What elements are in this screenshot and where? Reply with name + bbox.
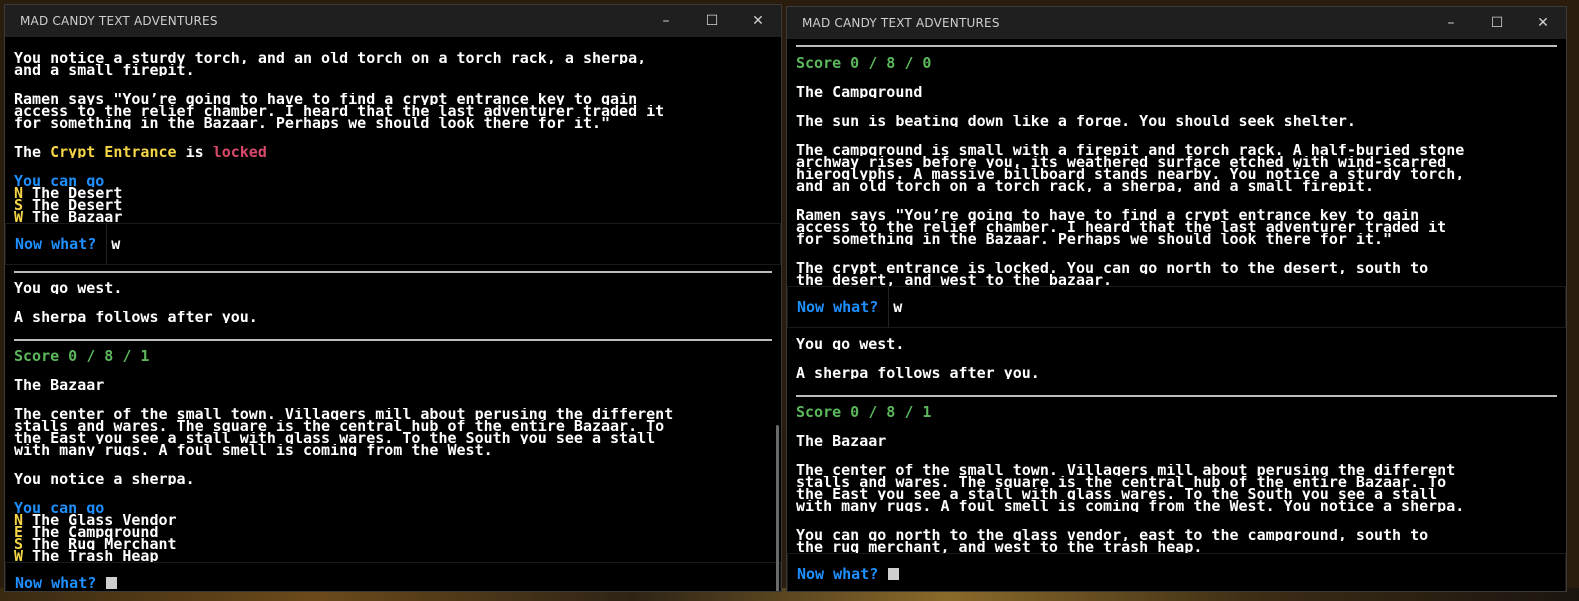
text-line: hieroglyphs. A massive billboard stands … <box>796 168 1465 180</box>
room-title: The Bazaar <box>796 435 887 447</box>
score-line: Score 0 / 8 / 1 <box>14 350 150 362</box>
crypt-entrance-label: Crypt Entrance <box>50 146 177 158</box>
text-line: The center of the small town. Villagers … <box>796 464 1456 476</box>
text-line: stalls and wares. The square is the cent… <box>796 476 1447 488</box>
text-line: A sherpa follows after you. <box>14 311 258 323</box>
text-line: You go west. <box>14 282 123 294</box>
exits-heading: You can go <box>14 175 105 187</box>
text-line: Ramen says "You’re going to have to find… <box>796 209 1420 221</box>
text-cursor[interactable] <box>106 577 118 589</box>
text-line: and a small firepit. <box>14 64 195 76</box>
command-history: w <box>106 224 120 264</box>
minimize-button[interactable]: – <box>1428 7 1474 39</box>
text-line: access to the relief chamber. I heard th… <box>14 105 665 117</box>
text-line: with many rugs. A foul smell is coming f… <box>14 444 493 456</box>
score-line: Score 0 / 8 / 1 <box>796 406 932 418</box>
scrollbar[interactable] <box>776 425 779 591</box>
prompt-label: Now what? <box>797 565 879 583</box>
title-bar[interactable]: MAD CANDY TEXT ADVENTURES – ☐ ✕ <box>5 5 781 37</box>
text-line: The campground is small with a firepit a… <box>796 144 1465 156</box>
command-history: w <box>888 287 902 327</box>
game-output[interactable]: Score 0 / 8 / 0 The Campground The sun i… <box>787 39 1566 591</box>
crypt-status-line: The Crypt Entrance is locked <box>14 146 772 158</box>
game-window-right: MAD CANDY TEXT ADVENTURES – ☐ ✕ Score 0 … <box>786 6 1567 592</box>
text-line: for something in the Bazaar. Perhaps we … <box>14 117 611 129</box>
exit-item: N The Glass Vendor <box>14 514 177 526</box>
text-line: with many rugs. A foul smell is coming f… <box>796 500 1465 512</box>
exit-item: E The Campground <box>14 526 159 538</box>
text-line: A sherpa follows after you. <box>796 367 1040 379</box>
close-button[interactable]: ✕ <box>735 5 781 37</box>
window-title: MAD CANDY TEXT ADVENTURES <box>20 14 218 28</box>
prompt-label: Now what? <box>15 235 97 253</box>
text-line: The center of the small town. Villagers … <box>14 408 674 420</box>
command-prompt: Now what? w <box>787 286 1566 328</box>
title-bar[interactable]: MAD CANDY TEXT ADVENTURES – ☐ ✕ <box>787 7 1566 39</box>
text-line: and an old torch on a torch rack, a sher… <box>796 180 1374 192</box>
prompt-label: Now what? <box>15 574 97 592</box>
exit-item: S The Desert <box>14 199 123 211</box>
text-line: stalls and wares. The square is the cent… <box>14 420 665 432</box>
text-line: the rug merchant, and west to the trash … <box>796 541 1203 553</box>
text-line: the East you see a stall with glass ware… <box>14 432 656 444</box>
text-line: the East you see a stall with glass ware… <box>796 488 1438 500</box>
exit-item: N The Desert <box>14 187 123 199</box>
close-button[interactable]: ✕ <box>1520 7 1566 39</box>
text-line: You notice a sherpa. <box>14 473 195 485</box>
text-line: access to the relief chamber. I heard th… <box>796 221 1447 233</box>
command-input-row[interactable]: Now what? <box>5 562 781 592</box>
exit-item: S The Rug Merchant <box>14 538 177 550</box>
exit-item: W The Trash Heap <box>14 550 159 562</box>
text-cursor[interactable] <box>888 568 900 580</box>
room-title: The Bazaar <box>14 379 105 391</box>
minimize-button[interactable]: – <box>643 5 689 37</box>
text-line: for something in the Bazaar. Perhaps we … <box>796 233 1393 245</box>
text-line: You go west. <box>796 338 905 350</box>
command-input-row[interactable]: Now what? <box>787 553 1566 591</box>
score-line: Score 0 / 8 / 0 <box>796 57 932 69</box>
game-output[interactable]: You notice a sturdy torch, and an old to… <box>5 37 781 591</box>
window-title: MAD CANDY TEXT ADVENTURES <box>802 16 1000 30</box>
game-window-left: MAD CANDY TEXT ADVENTURES – ☐ ✕ You noti… <box>4 4 782 592</box>
text-line: The sun is beating down like a forge. Yo… <box>796 115 1356 127</box>
maximize-button[interactable]: ☐ <box>1474 7 1520 39</box>
text-line: Ramen says "You’re going to have to find… <box>14 93 638 105</box>
text-line: You notice a sturdy torch, and an old to… <box>14 52 647 64</box>
command-prompt: Now what? w <box>5 223 781 265</box>
exit-item: W The Bazaar <box>14 211 123 223</box>
text-line: the desert, and west to the bazaar. <box>796 274 1113 286</box>
locked-status: locked <box>212 146 267 158</box>
text-line: The crypt entrance is locked. You can go… <box>796 262 1429 274</box>
text-line: You can go north to the glass vendor, ea… <box>796 529 1429 541</box>
prompt-label: Now what? <box>797 298 879 316</box>
room-title: The Campground <box>796 86 923 98</box>
maximize-button[interactable]: ☐ <box>689 5 735 37</box>
exits-heading: You can go <box>14 502 105 514</box>
text-line: archway rises before you, its weathered … <box>796 156 1447 168</box>
